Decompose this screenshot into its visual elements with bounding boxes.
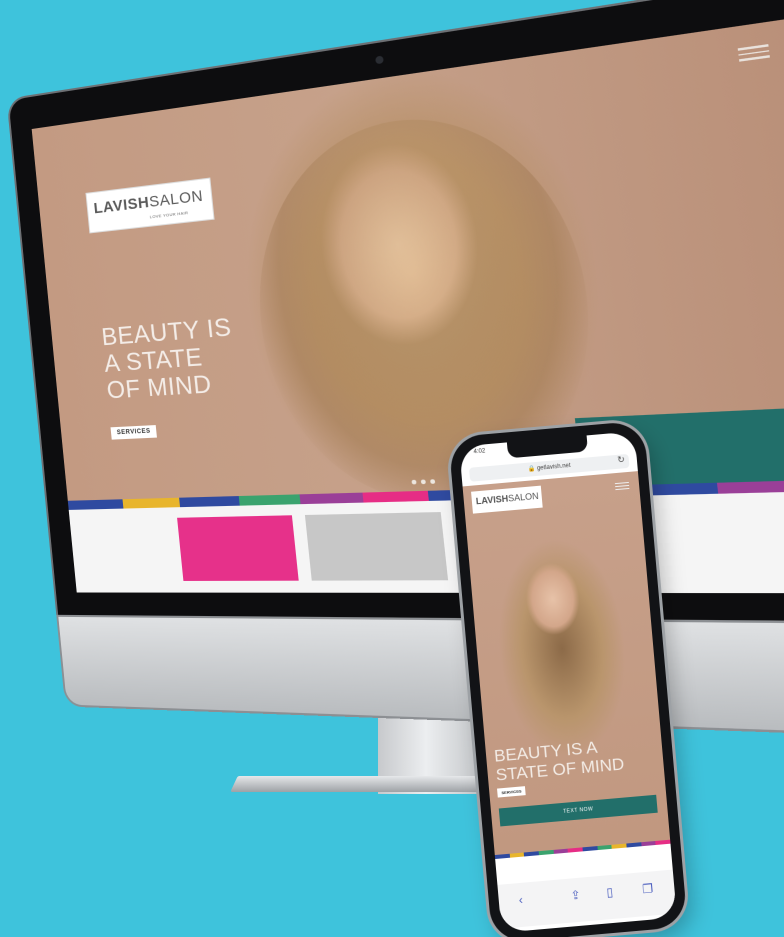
stripe-segment: [597, 844, 613, 851]
device-mockup-scene: LAVISHSALON LOVE YOUR HAIR BEAUTY IS A S…: [0, 0, 784, 937]
stripe-segment: [567, 847, 583, 853]
stripe-segment: [655, 839, 671, 845]
hamburger-menu-icon[interactable]: [737, 44, 770, 63]
url-text: getlavish.net: [536, 462, 571, 472]
stripe-segment: [538, 849, 554, 856]
stripe-segment: [494, 853, 510, 860]
logo-light: SALON: [507, 490, 539, 504]
mobile-hero: LAVISHSALON BEAUTY IS A STATE OF MIND SE…: [462, 471, 671, 856]
share-icon[interactable]: ⇪: [570, 888, 581, 903]
carousel-dot: [420, 479, 426, 485]
mobile-website: 4:02 🔒 getlavish.net ↻ LAVISHSALON BEAUT…: [459, 431, 677, 933]
stripe-segment: [611, 843, 627, 849]
text-now-button[interactable]: TEXT NOW: [498, 794, 658, 827]
stripe-segment: [582, 846, 598, 852]
logo-tagline: LOVE YOUR HAIR: [149, 209, 189, 220]
logo-bold: LAVISH: [92, 193, 151, 218]
headline-line: OF MIND: [105, 370, 213, 405]
mobile-site-logo[interactable]: LAVISHSALON: [471, 485, 543, 514]
monitor-stand-foot: [230, 776, 508, 792]
mobile-services-button[interactable]: SERVICES: [497, 786, 526, 798]
stripe-segment: [626, 842, 642, 848]
carousel-dot: [430, 479, 436, 484]
hero-headline: BEAUTY IS A STATE OF MIND: [100, 313, 238, 405]
logo-bold: LAVISH: [475, 493, 509, 507]
stripe-segment: [509, 852, 525, 858]
stripe-segment: [640, 840, 656, 847]
stripe-segment: [524, 851, 539, 857]
mobile-headline: BEAUTY IS A STATE OF MIND: [493, 736, 625, 785]
category-tile[interactable]: [304, 512, 449, 581]
monitor-head: LAVISHSALON LOVE YOUR HAIR BEAUTY IS A S…: [0, 0, 784, 737]
back-icon[interactable]: ‹: [518, 893, 523, 907]
stripe-segment: [553, 848, 569, 854]
phone-notch: [506, 435, 588, 459]
safari-toolbar: ‹ ⇪ ▯ ❐: [497, 869, 677, 929]
category-tile[interactable]: [177, 515, 299, 581]
tabs-icon[interactable]: ❐: [642, 881, 654, 896]
bookmarks-icon[interactable]: ▯: [606, 885, 614, 900]
logo-light: SALON: [148, 187, 205, 212]
carousel-dots[interactable]: [411, 479, 436, 485]
carousel-dot: [411, 479, 417, 485]
reload-icon[interactable]: ↻: [617, 454, 625, 466]
services-button[interactable]: SERVICES: [110, 425, 158, 440]
site-logo[interactable]: LAVISHSALON LOVE YOUR HAIR: [85, 177, 215, 234]
desktop-monitor: LAVISHSALON LOVE YOUR HAIR BEAUTY IS A S…: [8, 0, 784, 794]
lock-icon: 🔒: [527, 466, 536, 473]
mobile-hamburger-icon[interactable]: [614, 481, 630, 492]
status-time: 4:02: [473, 448, 486, 456]
